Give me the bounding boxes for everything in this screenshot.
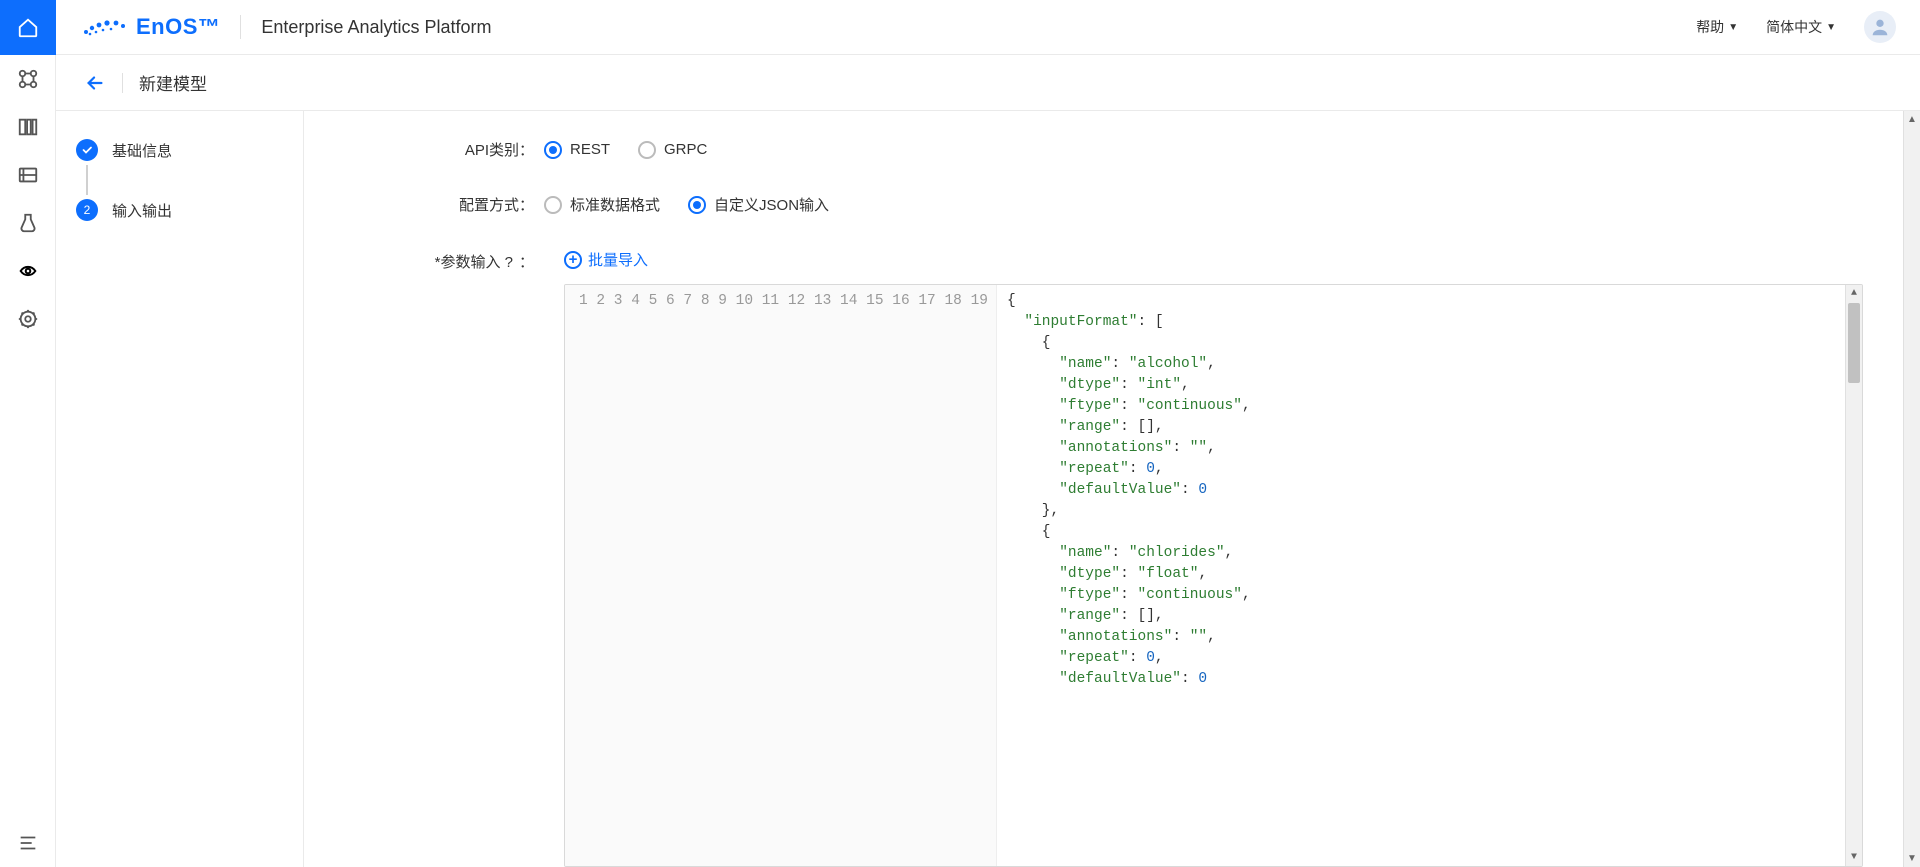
separator bbox=[240, 15, 241, 39]
chevron-down-icon: ▼ bbox=[1728, 22, 1738, 33]
scroll-down-icon[interactable]: ▼ bbox=[1846, 849, 1862, 866]
nav-icon-4[interactable] bbox=[0, 199, 56, 247]
radio-dot-icon bbox=[638, 141, 656, 159]
chevron-down-icon: ▼ bbox=[1826, 22, 1836, 33]
radio-dot-icon bbox=[544, 141, 562, 159]
editor-scrollbar[interactable]: ▲ ▼ bbox=[1845, 285, 1862, 866]
param-input-label: *参数输入 ?： bbox=[344, 249, 544, 867]
api-type-label: API类别： bbox=[344, 139, 544, 160]
home-icon[interactable] bbox=[0, 0, 56, 55]
config-mode-label: 配置方式： bbox=[344, 194, 544, 215]
radio-standard[interactable]: 标准数据格式 bbox=[544, 194, 660, 215]
nav-icon-3[interactable] bbox=[0, 151, 56, 199]
nav-icon-1[interactable] bbox=[0, 55, 56, 103]
scroll-up-icon[interactable]: ▲ bbox=[1904, 111, 1920, 128]
nav-icon-6[interactable] bbox=[0, 295, 56, 343]
step-label: 输入输出 bbox=[112, 200, 172, 221]
step-1[interactable]: 基础信息 bbox=[76, 139, 283, 161]
brand-name: EnOS™ bbox=[136, 14, 220, 40]
scroll-thumb[interactable] bbox=[1848, 303, 1860, 383]
code-area[interactable]: { "inputFormat": [ { "name": "alcohol", … bbox=[997, 285, 1862, 866]
scroll-up-icon[interactable]: ▲ bbox=[1846, 285, 1862, 302]
check-icon bbox=[76, 139, 98, 161]
radio-custom-json[interactable]: 自定义JSON输入 bbox=[688, 194, 829, 215]
product-name: Enterprise Analytics Platform bbox=[261, 17, 491, 38]
step-2[interactable]: 2 输入输出 bbox=[76, 199, 283, 221]
titlebar: 新建模型 bbox=[56, 55, 1920, 111]
step-label: 基础信息 bbox=[112, 140, 172, 161]
radio-dot-icon bbox=[688, 196, 706, 214]
help-link[interactable]: 帮助▼ bbox=[1696, 17, 1738, 37]
page-title: 新建模型 bbox=[139, 70, 207, 95]
step-connector bbox=[86, 165, 88, 195]
radio-rest[interactable]: REST bbox=[544, 141, 610, 159]
back-button[interactable] bbox=[84, 72, 106, 94]
scroll-down-icon[interactable]: ▼ bbox=[1904, 850, 1920, 867]
separator bbox=[122, 73, 123, 93]
nav-icon-5[interactable] bbox=[0, 247, 56, 295]
help-icon[interactable]: ? bbox=[505, 254, 513, 271]
form-area: API类别： REST GRPC 配置方式： 标准数据格式 自定义JSON输入 … bbox=[304, 111, 1903, 867]
avatar[interactable] bbox=[1864, 11, 1896, 43]
step-number: 2 bbox=[76, 199, 98, 221]
json-editor[interactable]: 1 2 3 4 5 6 7 8 9 10 11 12 13 14 15 16 1… bbox=[564, 284, 1863, 867]
line-gutter: 1 2 3 4 5 6 7 8 9 10 11 12 13 14 15 16 1… bbox=[565, 285, 997, 866]
topbar: EnOS™ Enterprise Analytics Platform 帮助▼ … bbox=[56, 0, 1920, 55]
nav-icon-2[interactable] bbox=[0, 103, 56, 151]
brand-logo[interactable]: EnOS™ bbox=[80, 14, 220, 40]
steps-panel: 基础信息 2 输入输出 bbox=[56, 111, 304, 867]
plus-circle-icon: + bbox=[564, 251, 582, 269]
radio-grpc[interactable]: GRPC bbox=[638, 141, 707, 159]
batch-import-button[interactable]: +批量导入 bbox=[564, 249, 1863, 270]
page-scrollbar[interactable]: ▲ ▼ bbox=[1903, 111, 1920, 867]
lang-link[interactable]: 简体中文▼ bbox=[1766, 17, 1836, 37]
icon-sidebar bbox=[0, 0, 56, 867]
radio-dot-icon bbox=[544, 196, 562, 214]
collapse-icon[interactable] bbox=[0, 819, 56, 867]
